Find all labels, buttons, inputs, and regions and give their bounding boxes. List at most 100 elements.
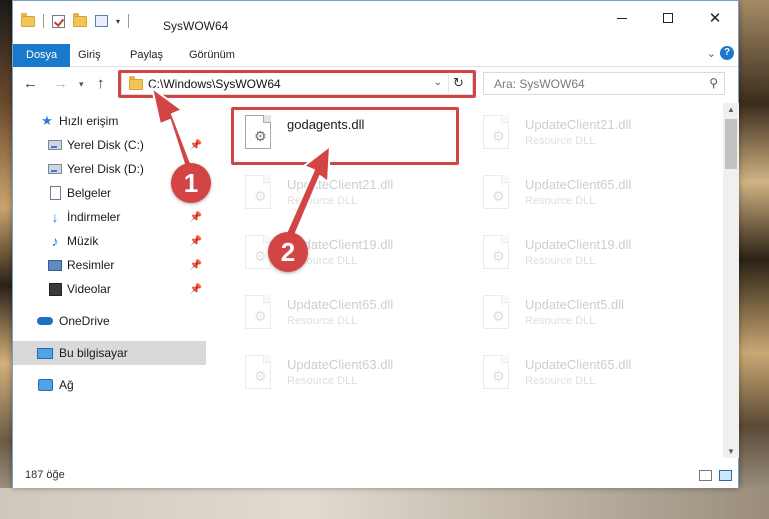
minimize-button[interactable] (599, 1, 645, 35)
close-button[interactable]: ✕ (692, 1, 738, 35)
file-item[interactable]: ⚙ UpdateClient21.dll Resource DLL (473, 109, 703, 161)
network-icon (37, 378, 53, 392)
dll-file-icon: ⚙ (241, 355, 275, 393)
sidebar-item-onedrive[interactable]: OneDrive (13, 309, 206, 333)
file-item[interactable]: ⚙ UpdateClient65.dll Resource DLL (235, 289, 465, 341)
dll-file-icon: ⚙ (241, 295, 275, 333)
sidebar-item-network[interactable]: Ağ (13, 373, 206, 397)
maximize-button[interactable] (645, 1, 691, 35)
sidebar-item-quick-access[interactable]: ★ Hızlı erişim (13, 109, 206, 133)
scroll-up-arrow-icon[interactable]: ▲ (727, 105, 735, 114)
pin-icon: 📌 (189, 211, 202, 223)
scroll-down-arrow-icon[interactable]: ▼ (727, 447, 735, 456)
picture-icon (47, 258, 63, 272)
address-path[interactable]: C:\Windows\SysWOW64 (148, 77, 281, 91)
dll-file-icon: ⚙ (479, 115, 513, 153)
item-count: 187 öğe (25, 469, 65, 481)
new-folder-icon[interactable] (73, 12, 87, 27)
sidebar-item-label: İndirmeler (67, 210, 121, 224)
file-name: UpdateClient63.dll (287, 357, 394, 372)
close-icon: ✕ (708, 10, 722, 27)
file-list: ⚙ godagents.dll ⚙ UpdateClient21.dll Res… (213, 103, 723, 458)
file-item[interactable]: ⚙ UpdateClient65.dll Resource DLL (473, 169, 703, 221)
file-name: godagents.dll (287, 117, 365, 132)
pin-icon: 📌 (189, 259, 202, 271)
file-item[interactable]: ⚙ UpdateClient65.dll Resource DLL (473, 349, 703, 401)
sidebar-item-videos[interactable]: Videolar 📌 (13, 277, 206, 301)
file-item[interactable]: ⚙ UpdateClient19.dll Resource DLL (473, 229, 703, 281)
list-properties-icon[interactable] (95, 15, 108, 27)
title-bar: ▾ SysWOW64 ✕ (13, 1, 738, 41)
document-icon (47, 186, 63, 200)
back-button[interactable]: ← (23, 75, 38, 92)
toolbar-divider (43, 14, 44, 28)
sidebar-item-downloads[interactable]: ↓ İndirmeler 📌 (13, 205, 206, 229)
large-icons-view-icon[interactable] (719, 470, 732, 481)
sidebar-item-label: Yerel Disk (D:) (67, 162, 144, 176)
file-type: Resource DLL (525, 195, 596, 207)
forward-button[interactable]: → (53, 75, 68, 92)
up-button[interactable]: ↑ (97, 75, 105, 92)
sidebar-item-music[interactable]: ♪ Müzik 📌 (13, 229, 206, 253)
video-icon (47, 282, 63, 296)
maximize-icon (663, 13, 673, 23)
dll-file-icon: ⚙ (241, 175, 275, 213)
file-item[interactable]: ⚙ UpdateClient5.dll Resource DLL (473, 289, 703, 341)
address-history-chevron-icon[interactable]: ⌄ (434, 77, 442, 88)
explorer-window: ▾ SysWOW64 ✕ Dosya Giriş Paylaş Görünüm … (12, 0, 739, 488)
folder-icon[interactable] (21, 12, 35, 27)
file-type: Resource DLL (287, 315, 358, 327)
step-callout-1: 1 (171, 163, 211, 203)
desktop-background-bottom (0, 488, 769, 519)
file-type: Resource DLL (525, 375, 596, 387)
dll-file-icon: ⚙ (479, 295, 513, 333)
file-type: Resource DLL (525, 315, 596, 327)
file-name: UpdateClient65.dll (525, 177, 632, 192)
customize-toolbar-chevron-icon[interactable]: ▾ (116, 17, 120, 26)
status-bar: 187 öğe (13, 462, 738, 488)
cloud-icon (37, 314, 53, 328)
expand-ribbon-chevron-icon[interactable]: ⌄ (707, 47, 716, 60)
computer-icon (37, 346, 53, 360)
sidebar-item-local-disk-c[interactable]: Yerel Disk (C:) 📌 (13, 133, 206, 157)
file-name: UpdateClient65.dll (287, 297, 394, 312)
sidebar-item-this-pc[interactable]: Bu bilgisayar (13, 341, 206, 365)
pin-icon: 📌 (189, 139, 202, 151)
tab-share[interactable]: Paylaş (120, 44, 173, 67)
step-callout-2: 2 (268, 232, 308, 272)
file-name: UpdateClient21.dll (525, 117, 632, 132)
drive-icon (47, 138, 63, 152)
recent-locations-chevron-icon[interactable]: ▾ (79, 79, 84, 90)
search-input[interactable]: Ara: SysWOW64 (494, 77, 585, 91)
refresh-button[interactable]: ↻ (448, 75, 468, 92)
dll-file-icon: ⚙ (241, 115, 275, 153)
sidebar-item-label: OneDrive (59, 314, 110, 328)
tab-view[interactable]: Görünüm (179, 44, 245, 67)
sidebar-item-pictures[interactable]: Resimler 📌 (13, 253, 206, 277)
file-item[interactable]: ⚙ UpdateClient21.dll Resource DLL (235, 169, 465, 221)
sidebar-item-label: Videolar (67, 282, 111, 296)
tab-home[interactable]: Giriş (68, 44, 111, 67)
music-icon: ♪ (51, 233, 59, 249)
file-item[interactable]: ⚙ UpdateClient63.dll Resource DLL (235, 349, 465, 401)
file-type: Resource DLL (287, 195, 358, 207)
sidebar-item-label: Resimler (67, 258, 115, 272)
folder-icon (129, 76, 143, 90)
tab-file[interactable]: Dosya (13, 44, 71, 67)
help-icon[interactable]: ? (720, 46, 734, 60)
details-view-icon[interactable] (699, 470, 712, 481)
file-type: Resource DLL (525, 255, 596, 267)
window-title: SysWOW64 (163, 19, 229, 33)
address-bar[interactable]: C:\Windows\SysWOW64 ⌄ ↻ (121, 72, 473, 95)
file-name: UpdateClient19.dll (525, 237, 632, 252)
vertical-scrollbar[interactable]: ▲ ▼ (723, 103, 739, 458)
search-box[interactable]: Ara: SysWOW64 ⚲ (483, 72, 725, 95)
star-icon: ★ (41, 113, 53, 128)
scrollbar-thumb[interactable] (725, 119, 737, 169)
sidebar-item-label: Bu bilgisayar (59, 346, 128, 360)
dll-file-icon: ⚙ (479, 175, 513, 213)
download-icon: ↓ (51, 209, 59, 225)
navigation-bar: ← → ▾ ↑ C:\Windows\SysWOW64 ⌄ ↻ Ara: Sys… (13, 67, 738, 103)
file-item[interactable]: ⚙ godagents.dll (235, 109, 465, 161)
properties-check-icon[interactable] (52, 14, 65, 28)
